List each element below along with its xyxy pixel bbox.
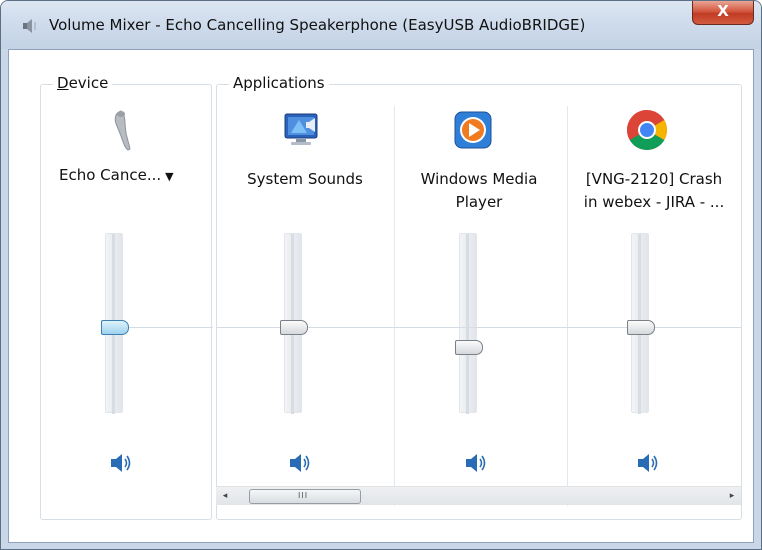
system-sounds-monitor-icon — [284, 113, 318, 145]
jira-crash-volume-thumb[interactable] — [627, 320, 655, 335]
windows-media-player-volume-slider[interactable] — [459, 233, 477, 414]
applications-group-label: Applications — [229, 74, 329, 92]
close-button[interactable]: X — [692, 1, 754, 25]
windows-media-player-volume-thumb[interactable] — [455, 340, 483, 355]
system-sounds-volume-thumb[interactable] — [280, 320, 308, 335]
windows-media-player-mute-button[interactable] — [461, 448, 491, 478]
chrome-icon — [627, 110, 667, 150]
scroll-grip: III — [298, 491, 309, 500]
scroll-right-arrow-icon[interactable]: ▸ — [723, 487, 741, 506]
speaker-icon — [290, 454, 310, 472]
jira-crash-peak-line — [568, 327, 742, 328]
device-volume-thumb[interactable] — [101, 320, 129, 335]
speakerphone-handset-icon — [114, 110, 131, 151]
app-label-windows-media-player: Windows Media Player — [420, 170, 538, 211]
device-dropdown[interactable]: Echo Cance... ▼ — [59, 166, 199, 184]
windows-media-player-peak-line — [396, 327, 568, 328]
app-label-system-sounds: System Sounds — [247, 170, 363, 188]
speaker-icon — [466, 454, 486, 472]
column-divider — [394, 106, 395, 506]
app-label-jira-crash: [VNG-2120] Crash in webex - JIRA - ... — [583, 170, 725, 211]
device-group-label: Device — [53, 74, 113, 92]
window-title: Volume Mixer - Echo Cancelling Speakerph… — [49, 16, 586, 34]
speaker-icon — [638, 454, 658, 472]
chevron-down-icon: ▼ — [165, 170, 174, 183]
speaker-small-icon — [23, 19, 36, 33]
device-peak-line — [127, 327, 213, 328]
device-mute-button[interactable] — [106, 448, 136, 478]
speaker-icon — [111, 454, 131, 472]
applications-horizontal-scrollbar[interactable]: ◂ III ▸ — [216, 486, 741, 505]
jira-crash-mute-button[interactable] — [633, 448, 663, 478]
scrollbar-thumb[interactable]: III — [249, 489, 361, 504]
volume-mixer-window: Volume Mixer - Echo Cancelling Speakerph… — [0, 0, 762, 550]
system-sounds-mute-button[interactable] — [285, 448, 315, 478]
title-bar[interactable]: Volume Mixer - Echo Cancelling Speakerph… — [1, 1, 761, 49]
scroll-left-arrow-icon[interactable]: ◂ — [216, 487, 234, 506]
column-divider — [567, 106, 568, 506]
windows-media-player-icon — [454, 111, 492, 149]
mixer-client-area: Device Applications Echo Cance... ▼ Syst… — [8, 49, 754, 543]
